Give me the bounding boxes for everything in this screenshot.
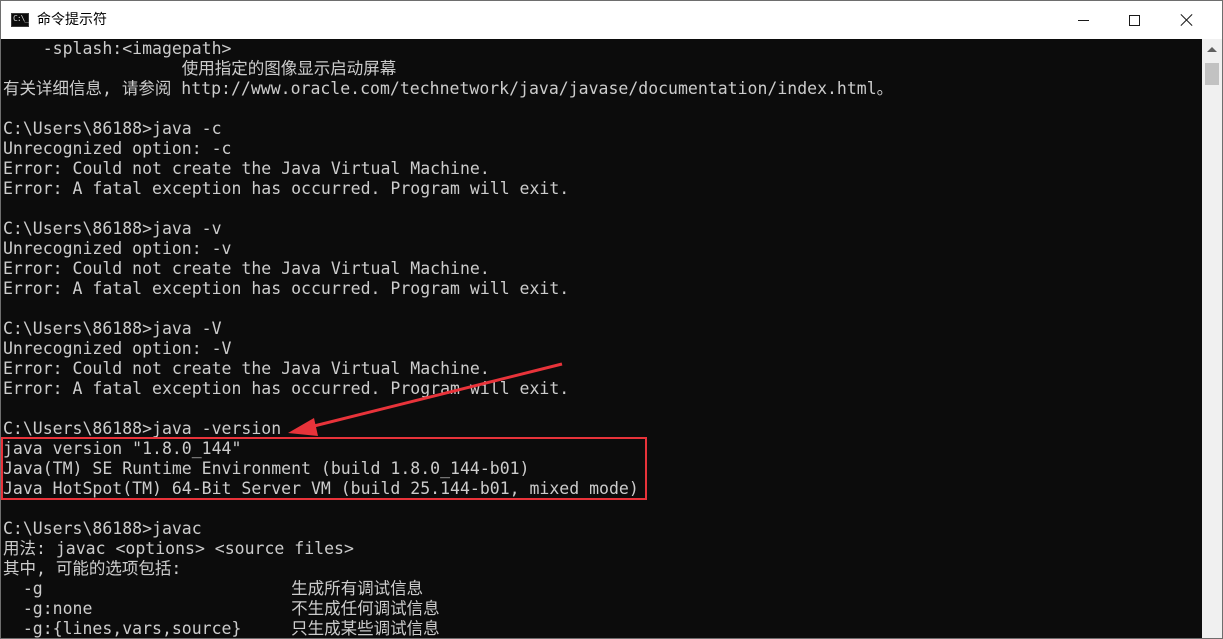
console-line: C:\Users\86188>java -version	[3, 419, 282, 438]
console-line: 有关详细信息, 请参阅 http://www.oracle.com/techne…	[3, 79, 894, 98]
console-line: Error: Could not create the Java Virtual…	[3, 159, 490, 178]
title-bar[interactable]: C:\_ 命令提示符	[1, 1, 1222, 39]
console-line: Unrecognized option: -v	[3, 239, 232, 258]
console-line: Unrecognized option: -V	[3, 339, 232, 358]
console-line: C:\Users\86188>java -c	[3, 119, 222, 138]
console-line: Error: A fatal exception has occurred. P…	[3, 379, 570, 398]
console-line: -splash:<imagepath>	[3, 39, 232, 58]
console-line: Error: A fatal exception has occurred. P…	[3, 179, 570, 198]
scroll-up-arrow-icon[interactable]	[1202, 39, 1222, 59]
console-line: -g:{lines,vars,source} 只生成某些调试信息	[3, 619, 440, 638]
close-icon	[1180, 13, 1194, 27]
maximize-icon	[1128, 14, 1140, 26]
console-line: java version "1.8.0_144"	[3, 439, 242, 458]
console-line: 其中, 可能的选项包括:	[3, 559, 182, 578]
console-line: Error: Could not create the Java Virtual…	[3, 259, 490, 278]
console-line: 使用指定的图像显示启动屏幕	[3, 59, 397, 78]
vertical-scrollbar[interactable]	[1202, 39, 1222, 638]
window-title: 命令提示符	[37, 12, 107, 28]
console-line: 用法: javac <options> <source files>	[3, 539, 354, 558]
scrollbar-thumb[interactable]	[1205, 63, 1219, 85]
console-line: Java(TM) SE Runtime Environment (build 1…	[3, 459, 530, 478]
minimize-button[interactable]	[1060, 1, 1106, 39]
console-line: -g:none 不生成任何调试信息	[3, 599, 440, 618]
command-prompt-window: C:\_ 命令提示符 -splash:<imagepath> 使用指定的图像显示…	[0, 0, 1223, 639]
command-prompt-icon: C:\_	[11, 13, 29, 27]
console-output[interactable]: -splash:<imagepath> 使用指定的图像显示启动屏幕 有关详细信息,…	[1, 39, 1202, 638]
console-line: Error: A fatal exception has occurred. P…	[3, 279, 570, 298]
console-line: Error: Could not create the Java Virtual…	[3, 359, 490, 378]
minimize-icon	[1077, 19, 1089, 21]
console-line: Java HotSpot(TM) 64-Bit Server VM (build…	[3, 479, 639, 498]
console-line: C:\Users\86188>java -V	[3, 319, 222, 338]
console-line: -g 生成所有调试信息	[3, 579, 424, 598]
close-button[interactable]	[1164, 1, 1210, 39]
console-line: Unrecognized option: -c	[3, 139, 232, 158]
command-prompt-icon-label: C:\_	[13, 14, 29, 23]
console-line: C:\Users\86188>java -v	[3, 219, 222, 238]
console-line: C:\Users\86188>javac	[3, 519, 202, 538]
maximize-button[interactable]	[1111, 1, 1157, 39]
